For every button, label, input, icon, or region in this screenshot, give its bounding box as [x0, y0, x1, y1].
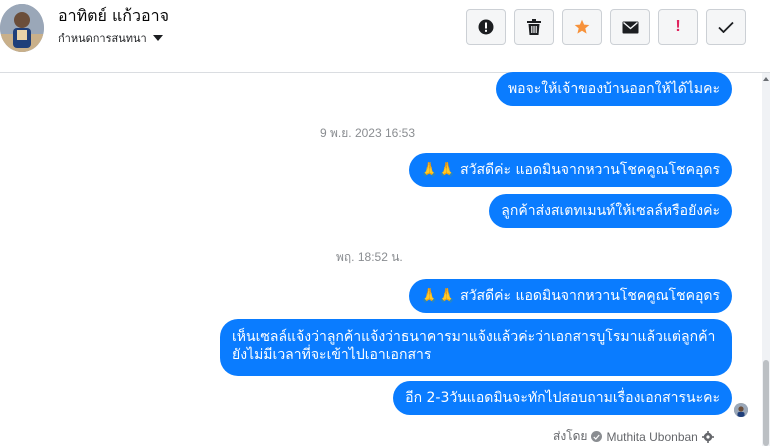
message-text: เห็นเซลล์แจ้งว่าลูกค้าแจ้งว่าธนาคารมาแจ้…: [232, 329, 716, 363]
scrollbar-thumb[interactable]: [763, 360, 769, 446]
exclamation-icon: !: [675, 18, 681, 35]
assign-conversation-dropdown[interactable]: กำหนดการสนทนา: [58, 29, 163, 47]
message-bubble[interactable]: พอจะให้เจ้าของบ้านออกให้ได้ไมคะ: [495, 72, 732, 106]
message-bubble[interactable]: อีก 2-3วันแอดมินจะทักไปสอบถามเรื่องเอกสา…: [393, 381, 732, 415]
read-receipt-avatar: [734, 403, 748, 417]
mark-spam-button[interactable]: [466, 9, 506, 45]
praying-hands-emoji: 🙏🙏: [420, 288, 456, 304]
message-text: สวัสดีค่ะ แอดมินจากหวานโชคคูณโชคอุดร: [455, 162, 720, 178]
checkmark-icon: [718, 21, 734, 33]
message-text: ลูกค้าส่งสเตทเมนท์ให้เซลล์หรือยังค่ะ: [501, 203, 720, 219]
sent-by-name[interactable]: Muthita Ubonban: [606, 430, 697, 444]
caret-down-icon: [152, 35, 163, 41]
star-icon: [574, 19, 590, 34]
message-text: สวัสดีค่ะ แอดมินจากหวานโชคคูณโชคอุดร: [455, 288, 720, 304]
star-button[interactable]: [562, 9, 602, 45]
message-text: พอจะให้เจ้าของบ้านออกให้ได้ไมคะ: [507, 81, 720, 97]
mark-done-button[interactable]: [706, 9, 746, 45]
message-bubble[interactable]: เห็นเซลล์แจ้งว่าลูกค้าแจ้งว่าธนาคารมาแจ้…: [220, 319, 732, 376]
envelope-icon: [622, 21, 638, 33]
scroll-up-arrow[interactable]: [762, 73, 770, 85]
praying-hands-emoji: 🙏🙏: [420, 162, 456, 178]
gear-icon[interactable]: [701, 430, 714, 443]
contact-name[interactable]: อาทิตย์ แก้วอาจ: [58, 4, 169, 29]
message-timestamp: 9 พ.ย. 2023 16:53: [320, 126, 416, 140]
trash-icon: [527, 19, 541, 35]
contact-avatar[interactable]: [0, 4, 44, 52]
message-timestamp: พฤ. 18:52 น.: [336, 250, 403, 264]
alert-circle-icon: [478, 19, 494, 35]
delete-button[interactable]: [514, 9, 554, 45]
message-bubble[interactable]: ลูกค้าส่งสเตทเมนท์ให้เซลล์หรือยังค่ะ: [489, 194, 732, 228]
message-text: อีก 2-3วันแอดมินจะทักไปสอบถามเรื่องเอกสา…: [405, 390, 720, 406]
message-bubble[interactable]: 🙏🙏 สวัสดีค่ะ แอดมินจากหวานโชคคูณโชคอุดร: [408, 153, 732, 187]
message-bubble[interactable]: 🙏🙏 สวัสดีค่ะ แอดมินจากหวานโชคคูณโชคอุดร: [408, 279, 732, 313]
action-toolbar: !: [466, 9, 746, 45]
follow-up-button[interactable]: !: [658, 9, 698, 45]
sent-by-label: ส่งโดย: [553, 429, 588, 443]
conversation-header: อาทิตย์ แก้วอาจ กำหนดการสนทนา !: [0, 0, 770, 56]
verified-check-icon: [591, 431, 603, 442]
sent-by-row: ส่งโดย Muthita Ubonban: [553, 427, 714, 446]
assign-conversation-label: กำหนดการสนทนา: [58, 32, 147, 45]
mark-unread-button[interactable]: [610, 9, 650, 45]
